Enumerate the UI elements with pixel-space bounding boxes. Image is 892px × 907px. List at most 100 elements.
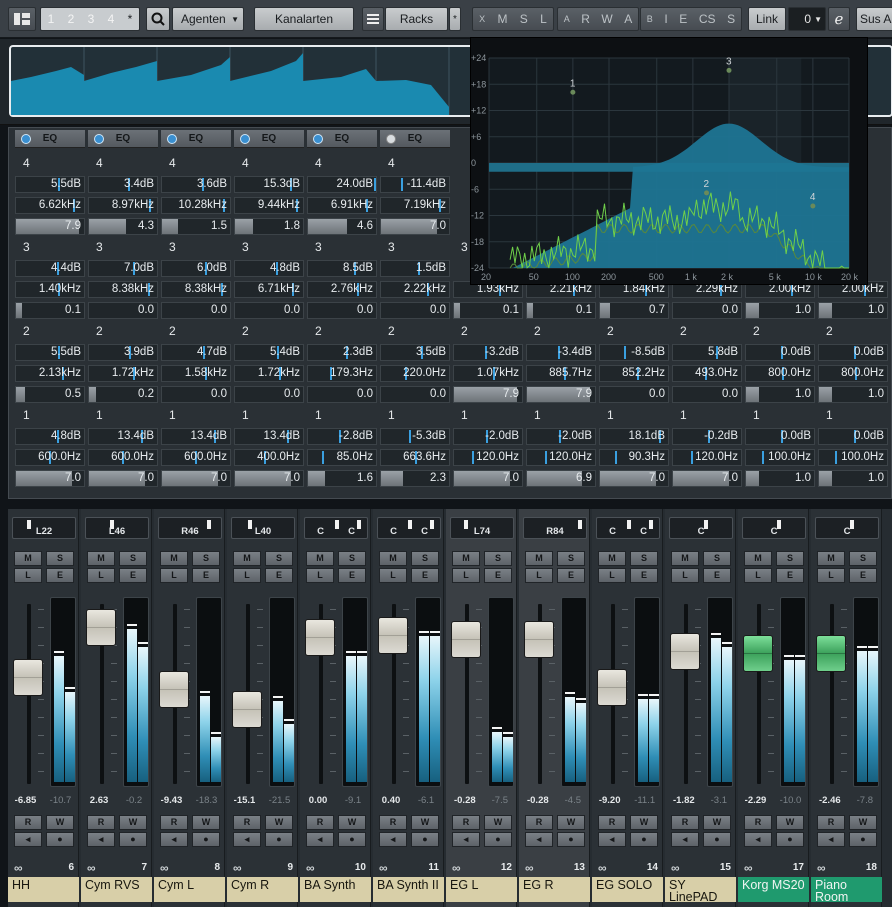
edit-button[interactable]: E (119, 568, 147, 583)
peak-value[interactable]: -21.5 (269, 795, 291, 806)
eq-gain-field[interactable]: -11.4dB (380, 176, 450, 193)
edit-button[interactable]: E (557, 568, 585, 583)
eq-gain-field[interactable]: 13.4dB (88, 428, 158, 445)
eq-gain-field[interactable]: -2.8dB (307, 428, 377, 445)
eq-q-field[interactable]: 0.0 (234, 386, 304, 403)
fader-value[interactable]: -15.1 (234, 795, 256, 806)
record-enable-button[interactable]: ● (265, 832, 293, 847)
eq-q-field[interactable]: 7.0 (380, 218, 450, 235)
eq-frequency-field[interactable]: 8.97kHz (88, 197, 158, 214)
eq-frequency-field[interactable]: 885.7Hz (526, 365, 596, 382)
eq-frequency-field[interactable]: 852.2Hz (599, 365, 669, 382)
solo-button[interactable]: S (849, 551, 877, 566)
automation-a2-button[interactable]: A (622, 12, 634, 26)
suspend-button[interactable]: Sus Al (856, 7, 892, 31)
filter-m-button[interactable]: M (495, 12, 509, 26)
eq-q-field[interactable]: 0.0 (161, 302, 231, 319)
eq-gain-field[interactable]: 5.5dB (15, 176, 85, 193)
eq-header-button[interactable]: EQ (15, 130, 85, 148)
eq-q-field[interactable]: 7.9 (526, 386, 596, 403)
eq-frequency-field[interactable]: 120.0Hz (672, 449, 742, 466)
channel-name[interactable]: Cym L (154, 877, 225, 902)
channel-name[interactable]: Korg MS20 (738, 877, 809, 902)
eq-q-field[interactable]: 2.3 (380, 470, 450, 487)
mute-button[interactable]: M (160, 551, 188, 566)
edit-button[interactable]: E (192, 568, 220, 583)
monitor-button[interactable]: ◂ (452, 832, 480, 847)
read-automation-button[interactable]: R (160, 815, 188, 830)
bypass-cs-button[interactable]: CS (697, 12, 718, 26)
eq-q-field[interactable]: 1.6 (307, 470, 377, 487)
peak-value[interactable]: -7.5 (492, 795, 508, 806)
listen-button[interactable]: L (817, 568, 845, 583)
channel-name[interactable]: EG R (519, 877, 590, 902)
eq-q-field[interactable]: 4.6 (307, 218, 377, 235)
eq-frequency-field[interactable]: 1.40kHz (15, 281, 85, 298)
eq-frequency-field[interactable]: 400.0Hz (234, 449, 304, 466)
eq-gain-field[interactable]: 5.4dB (234, 344, 304, 361)
eq-q-field[interactable]: 0.7 (599, 302, 669, 319)
fader-value[interactable]: -9.43 (161, 795, 183, 806)
eq-gain-field[interactable]: 4.7dB (161, 344, 231, 361)
listen-button[interactable]: L (87, 568, 115, 583)
eq-frequency-field[interactable]: 7.19kHz (380, 197, 450, 214)
monitor-button[interactable]: ◂ (817, 832, 845, 847)
link-edit-button[interactable]: ℯ (828, 7, 850, 31)
write-automation-button[interactable]: W (338, 815, 366, 830)
pan-control[interactable]: R84 (523, 517, 587, 539)
peak-value[interactable]: -4.5 (565, 795, 581, 806)
mute-button[interactable]: M (525, 551, 553, 566)
eq-q-field[interactable]: 7.0 (88, 470, 158, 487)
eq-frequency-field[interactable]: 1.72kHz (88, 365, 158, 382)
fader-value[interactable]: -9.20 (599, 795, 621, 806)
mute-button[interactable]: M (306, 551, 334, 566)
eq-frequency-field[interactable]: 2.76kHz (307, 281, 377, 298)
read-automation-button[interactable]: R (671, 815, 699, 830)
eq-q-field[interactable]: 0.0 (88, 302, 158, 319)
visibility-tab-1[interactable]: 1 (46, 12, 57, 26)
eq-gain-field[interactable]: -2.0dB (526, 428, 596, 445)
listen-button[interactable]: L (379, 568, 407, 583)
mute-button[interactable]: M (598, 551, 626, 566)
solo-button[interactable]: S (630, 551, 658, 566)
visibility-tab-2[interactable]: 2 (66, 12, 77, 26)
eq-frequency-field[interactable]: 100.0Hz (745, 449, 815, 466)
eq-q-field[interactable]: 7.0 (161, 470, 231, 487)
eq-q-field[interactable]: 7.0 (672, 470, 742, 487)
record-enable-button[interactable]: ● (411, 832, 439, 847)
write-automation-button[interactable]: W (192, 815, 220, 830)
channel-name[interactable]: Cym RVS (81, 877, 152, 902)
peak-value[interactable]: -10.7 (50, 795, 72, 806)
eq-gain-field[interactable]: -5.3dB (380, 428, 450, 445)
eq-gain-field[interactable]: -2.0dB (453, 428, 523, 445)
channel-name[interactable]: BA Synth (300, 877, 371, 902)
eq-frequency-field[interactable]: 6.71kHz (234, 281, 304, 298)
mute-button[interactable]: M (14, 551, 42, 566)
eq-q-field[interactable]: 1.0 (818, 302, 888, 319)
eq-frequency-field[interactable]: 1.72kHz (234, 365, 304, 382)
channel-name[interactable]: Cym R (227, 877, 298, 902)
eq-q-field[interactable]: 0.0 (599, 386, 669, 403)
record-enable-button[interactable]: ● (557, 832, 585, 847)
pan-control[interactable]: L22 (12, 517, 76, 539)
eq-gain-field[interactable]: 15.3dB (234, 176, 304, 193)
eq-frequency-field[interactable]: 600.0Hz (161, 449, 231, 466)
eq-gain-field[interactable]: 8.5dB (307, 260, 377, 277)
write-automation-button[interactable]: W (703, 815, 731, 830)
monitor-button[interactable]: ◂ (525, 832, 553, 847)
eq-frequency-field[interactable]: 10.28kHz (161, 197, 231, 214)
eq-q-field[interactable]: 0.1 (15, 302, 85, 319)
listen-button[interactable]: L (671, 568, 699, 583)
listen-button[interactable]: L (306, 568, 334, 583)
eq-gain-field[interactable]: -3.4dB (526, 344, 596, 361)
eq-gain-field[interactable]: 4.8dB (15, 428, 85, 445)
eq-q-field[interactable]: 1.5 (161, 218, 231, 235)
read-automation-button[interactable]: R (379, 815, 407, 830)
listen-button[interactable]: L (525, 568, 553, 583)
eq-frequency-field[interactable]: 1.58kHz (161, 365, 231, 382)
record-enable-button[interactable]: ● (484, 832, 512, 847)
edit-button[interactable]: E (703, 568, 731, 583)
peak-value[interactable]: -18.3 (196, 795, 218, 806)
edit-button[interactable]: E (849, 568, 877, 583)
eq-frequency-field[interactable]: 85.0Hz (307, 449, 377, 466)
